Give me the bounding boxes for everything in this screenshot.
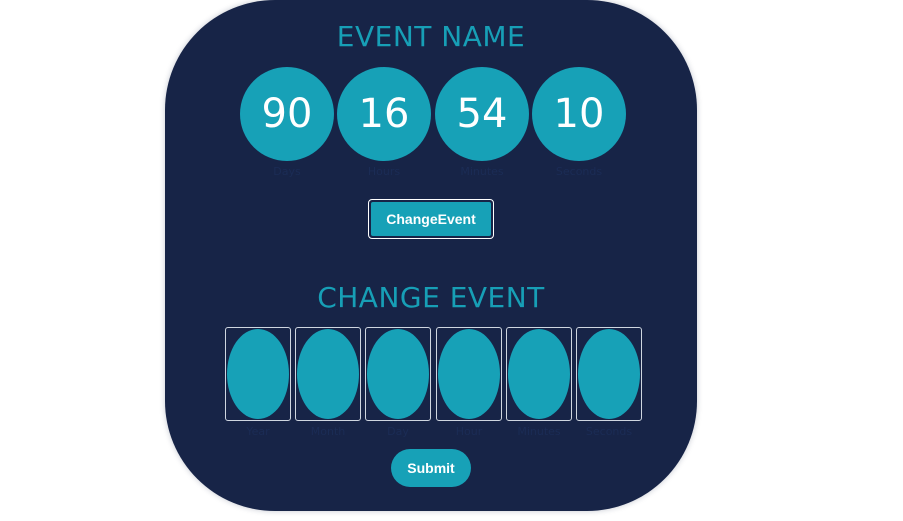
month-input-frame — [295, 327, 361, 421]
minutes-label: Minutes — [460, 165, 504, 178]
hour-input-frame — [436, 327, 502, 421]
timer-days: 90 Days — [240, 67, 334, 178]
month-field: Month — [295, 327, 361, 438]
change-event-form: Year Month Day Hour Minutes Seconds — [225, 327, 645, 447]
year-label: Year — [246, 425, 270, 438]
days-value: 90 — [240, 67, 334, 161]
minutes-value: 54 — [435, 67, 529, 161]
minutes-input[interactable] — [508, 329, 570, 419]
submit-button[interactable]: Submit — [391, 449, 471, 487]
event-title: EVENT NAME — [336, 20, 526, 53]
hour-label: Hour — [455, 425, 483, 438]
seconds-value: 10 — [532, 67, 626, 161]
timer-minutes: 54 Minutes — [435, 67, 529, 178]
month-input[interactable] — [297, 329, 359, 419]
year-input[interactable] — [227, 329, 289, 419]
seconds-field-label: Seconds — [585, 425, 633, 438]
year-field: Year — [225, 327, 291, 438]
change-event-button[interactable]: ChangeEvent — [368, 199, 494, 239]
seconds-label: Seconds — [555, 165, 603, 178]
change-event-title: CHANGE EVENT — [317, 281, 545, 314]
year-input-frame — [225, 327, 291, 421]
month-label: Month — [310, 425, 346, 438]
minutes-input-frame — [506, 327, 572, 421]
seconds-input-frame — [576, 327, 642, 421]
change-event-button-label: ChangeEvent — [371, 202, 491, 236]
day-input[interactable] — [367, 329, 429, 419]
seconds-input[interactable] — [578, 329, 640, 419]
countdown-card: EVENT NAME 90 Days 16 Hours 54 Minutes 1… — [165, 0, 697, 511]
seconds-field: Seconds — [576, 327, 642, 438]
day-input-frame — [365, 327, 431, 421]
day-label: Day — [387, 425, 409, 438]
hours-value: 16 — [337, 67, 431, 161]
countdown-timer: 90 Days 16 Hours 54 Minutes 10 Seconds — [240, 67, 630, 178]
timer-hours: 16 Hours — [337, 67, 431, 178]
minutes-field-label: Minutes — [517, 425, 561, 438]
minutes-field: Minutes — [506, 327, 572, 438]
day-field: Day — [365, 327, 431, 438]
hour-field: Hour — [436, 327, 502, 438]
hours-label: Hours — [367, 165, 401, 178]
hour-input[interactable] — [438, 329, 500, 419]
days-label: Days — [273, 165, 301, 178]
timer-seconds: 10 Seconds — [532, 67, 626, 178]
